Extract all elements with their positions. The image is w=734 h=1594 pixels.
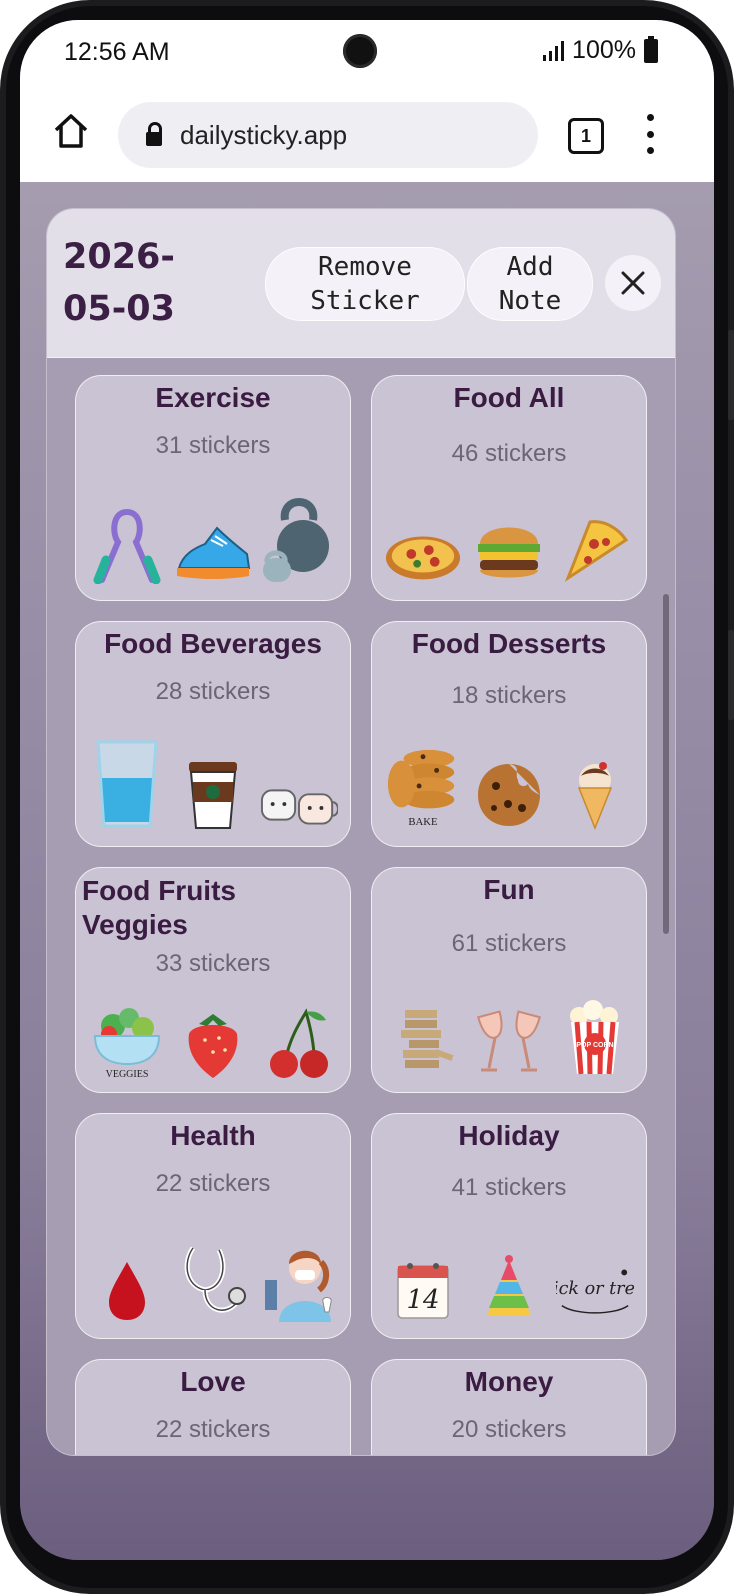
category-count: 28 stickers (155, 678, 271, 705)
selected-date: 2026-05-03 (63, 237, 175, 329)
category-count: 22 stickers (155, 1170, 271, 1197)
screen: 12:56 AM 100% dailysticky.app 1 2026-05-… (20, 20, 714, 1560)
status-icons: 100% (543, 35, 658, 65)
veggie-bowl-icon: VEGGIES (88, 992, 166, 1080)
dentist-icon (260, 1234, 338, 1322)
category-name: Holiday (458, 1120, 560, 1151)
category-name: Food Beverages (104, 628, 322, 659)
category-name: Food Fruits Veggies (82, 875, 236, 940)
category-card-food-desserts[interactable]: Food Desserts 18 stickers BAKE (371, 621, 647, 847)
sheet-header: 2026-05-03 Remove Sticker Add Note (47, 209, 675, 358)
category-count: 18 stickers (451, 682, 567, 709)
strawberry-icon (174, 992, 252, 1080)
power-button (728, 630, 734, 720)
category-card-money[interactable]: Money 20 stickers (371, 1359, 647, 1455)
wine-toast-icon (470, 988, 548, 1076)
pizza-pie-icon (384, 496, 462, 584)
category-card-fun[interactable]: Fun 61 stickers POP CORN (371, 867, 647, 1093)
running-shoe-icon (174, 496, 252, 584)
remove-sticker-button[interactable]: Remove Sticker (265, 247, 465, 321)
trick-or-treat-text: trick or treat (556, 1279, 634, 1299)
category-card-holiday[interactable]: Holiday 41 stickers 14 trick or treat (371, 1113, 647, 1339)
category-name: Love (180, 1366, 246, 1397)
category-name: Health (170, 1120, 256, 1151)
category-card-food-beverages[interactable]: Food Beverages 28 stickers (75, 621, 351, 847)
category-card-health[interactable]: Health 22 stickers (75, 1113, 351, 1339)
popcorn-icon: POP CORN (556, 988, 634, 1076)
stethoscope-icon (174, 1234, 252, 1322)
more-menu-icon[interactable] (640, 114, 660, 154)
front-camera (343, 34, 377, 68)
cookie-icon (470, 742, 548, 830)
close-icon[interactable] (605, 255, 661, 311)
trick-or-treat-icon: trick or treat (556, 1234, 634, 1322)
category-card-love[interactable]: Love 22 stickers (75, 1359, 351, 1455)
status-bar: 12:56 AM 100% (20, 20, 714, 90)
calendar-day-text: 14 (406, 1285, 439, 1315)
coffee-cup-icon (174, 742, 252, 830)
tab-switcher-button[interactable]: 1 (568, 118, 604, 154)
category-card-food-all[interactable]: Food All 46 stickers (371, 375, 647, 601)
scrollbar[interactable] (663, 594, 669, 934)
category-count: 33 stickers (155, 950, 271, 977)
party-hat-icon (470, 1234, 548, 1322)
cookie-stack-icon: BAKE (384, 742, 462, 830)
category-name: Money (464, 1366, 554, 1397)
blood-drop-icon (88, 1234, 166, 1322)
address-bar[interactable]: dailysticky.app (118, 102, 538, 168)
category-name: Food Desserts (411, 628, 607, 659)
phone-frame: 12:56 AM 100% dailysticky.app 1 2026-05-… (0, 0, 734, 1594)
lock-icon (146, 122, 162, 146)
category-count: 31 stickers (155, 432, 271, 459)
status-time: 12:56 AM (64, 38, 170, 66)
cherries-icon (260, 992, 338, 1080)
category-name: Exercise (155, 382, 271, 413)
battery-percent: 100% (572, 36, 636, 64)
category-count: 46 stickers (451, 440, 567, 467)
jenga-icon (384, 988, 462, 1076)
signal-icon (543, 40, 565, 61)
category-card-food-fruits-veggies[interactable]: Food Fruits Veggies 33 stickers VEGGIES (75, 867, 351, 1093)
popcorn-text: POP CORN (576, 1042, 613, 1049)
battery-icon (644, 35, 658, 63)
ice-cream-icon (556, 742, 634, 830)
sticker-picker-sheet: 2026-05-03 Remove Sticker Add Note Exerc… (46, 208, 676, 1456)
category-name: Fun (483, 874, 535, 905)
page-content: 2026-05-03 Remove Sticker Add Note Exerc… (20, 182, 714, 1560)
volume-button (728, 330, 734, 420)
url-text: dailysticky.app (180, 119, 348, 150)
hand-grip-icon (88, 496, 166, 584)
category-count: 41 stickers (451, 1174, 567, 1201)
category-name: Food All (453, 382, 565, 413)
browser-toolbar: dailysticky.app 1 (20, 90, 714, 182)
category-count: 22 stickers (155, 1416, 271, 1443)
water-glass-icon (88, 740, 166, 830)
category-count: 61 stickers (451, 930, 567, 957)
category-card-exercise[interactable]: Exercise 31 stickers (75, 375, 351, 601)
calendar-icon: 14 (384, 1234, 462, 1322)
bake-text: BAKE (408, 816, 438, 828)
mugs-icon (260, 742, 338, 830)
veggies-text: VEGGIES (106, 1069, 149, 1080)
kettlebell-icon (260, 496, 338, 584)
home-icon[interactable] (52, 112, 90, 150)
pizza-slice-icon (556, 496, 634, 584)
category-count: 20 stickers (451, 1416, 567, 1443)
burger-icon (470, 496, 548, 584)
add-note-button[interactable]: Add Note (467, 247, 593, 321)
